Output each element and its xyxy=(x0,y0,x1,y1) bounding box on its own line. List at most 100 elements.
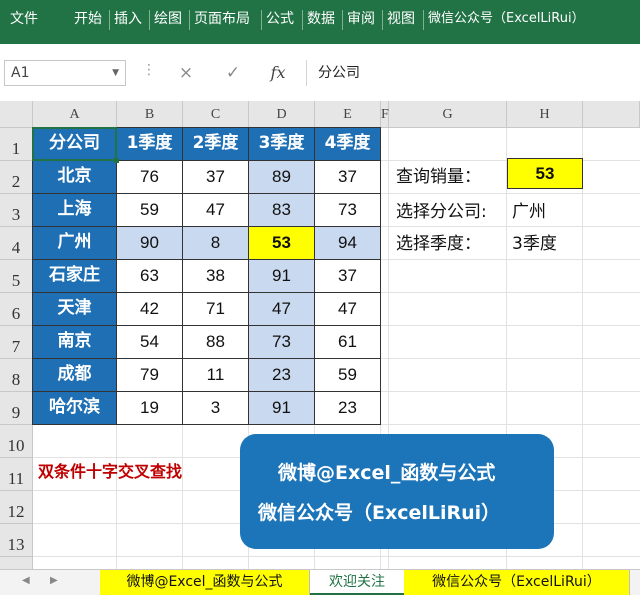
row-header[interactable]: 12 xyxy=(0,491,33,524)
column-header[interactable]: H xyxy=(507,101,583,128)
table-header-cell[interactable]: 1季度 xyxy=(116,127,183,161)
branch-select-value[interactable]: 广州 xyxy=(512,197,546,222)
table-header-cell[interactable]: 3季度 xyxy=(248,127,315,161)
table-cell[interactable]: 23 xyxy=(314,391,381,425)
table-row-label[interactable]: 上海 xyxy=(32,193,117,227)
drag-handle-icon[interactable]: ⋮ xyxy=(142,62,156,78)
row-header[interactable]: 4 xyxy=(0,227,33,260)
table-cell[interactable]: 59 xyxy=(116,193,183,227)
table-cell[interactable]: 71 xyxy=(182,292,249,326)
formula-input[interactable]: 分公司 xyxy=(318,60,360,86)
table-cell[interactable]: 47 xyxy=(182,193,249,227)
chevron-down-icon[interactable]: ▼ xyxy=(112,61,119,85)
table-cell[interactable]: 11 xyxy=(182,358,249,392)
row-header[interactable]: 2 xyxy=(0,161,33,194)
sales-query-label: 查询销量： xyxy=(396,167,481,187)
table-row-label[interactable]: 哈尔滨 xyxy=(32,391,117,425)
ribbon-separator xyxy=(261,10,262,30)
table-cell[interactable]: 42 xyxy=(116,292,183,326)
table-row-label[interactable]: 南京 xyxy=(32,325,117,359)
name-box[interactable]: A1 ▼ xyxy=(4,60,126,86)
table-cell[interactable]: 94 xyxy=(314,226,381,260)
ribbon-tab-data[interactable]: 数据 xyxy=(307,9,335,29)
table-cell[interactable]: 54 xyxy=(116,325,183,359)
row-header[interactable]: 3 xyxy=(0,194,33,227)
cancel-icon[interactable]: × xyxy=(173,60,199,86)
ribbon-tab-home[interactable]: 开始 xyxy=(74,9,102,29)
row-header[interactable]: 1 xyxy=(0,128,33,161)
row-header[interactable]: 8 xyxy=(0,359,33,392)
table-cell[interactable]: 38 xyxy=(182,259,249,293)
table-cell[interactable]: 37 xyxy=(314,160,381,194)
ribbon-tab-insert[interactable]: 插入 xyxy=(114,9,142,29)
table-cell[interactable]: 23 xyxy=(248,358,315,392)
column-header[interactable]: D xyxy=(249,101,315,128)
column-header[interactable]: C xyxy=(183,101,249,128)
column-header[interactable]: E xyxy=(315,101,381,128)
row-header[interactable]: 13 xyxy=(0,524,33,557)
column-header[interactable]: F xyxy=(381,101,389,128)
table-cell[interactable]: 37 xyxy=(182,160,249,194)
sheet-tab-weibo[interactable]: 微博@Excel_函数与公式 xyxy=(100,570,310,595)
table-cell[interactable]: 59 xyxy=(314,358,381,392)
row-header[interactable]: 7 xyxy=(0,326,33,359)
table-row-label[interactable]: 成都 xyxy=(32,358,117,392)
ribbon-tab-review[interactable]: 审阅 xyxy=(347,9,375,29)
sheet-tab-wechat[interactable]: 微信公众号（ExcelLiRui） xyxy=(404,570,630,595)
table-cell[interactable]: 37 xyxy=(314,259,381,293)
column-header[interactable]: G xyxy=(389,101,507,128)
tab-scroll-left-icon[interactable]: ◀ xyxy=(22,575,30,586)
table-cell[interactable]: 79 xyxy=(116,358,183,392)
banner-line-wechat: 微信公众号（ExcelLiRui） xyxy=(258,502,501,524)
table-cell[interactable]: 47 xyxy=(248,292,315,326)
table-header-cell[interactable]: 2季度 xyxy=(182,127,249,161)
table-cell[interactable]: 61 xyxy=(314,325,381,359)
table-cell[interactable]: 73 xyxy=(248,325,315,359)
table-header-cell[interactable]: 4季度 xyxy=(314,127,381,161)
select-all-corner[interactable] xyxy=(0,101,33,128)
ribbon-separator xyxy=(302,10,303,30)
insert-function-icon[interactable]: fx xyxy=(265,60,291,86)
table-cell[interactable]: 76 xyxy=(116,160,183,194)
row-header[interactable]: 6 xyxy=(0,293,33,326)
table-cell[interactable]: 89 xyxy=(248,160,315,194)
table-cell[interactable]: 91 xyxy=(248,259,315,293)
sales-result-cell[interactable]: 53 xyxy=(507,158,583,189)
table-cell[interactable]: 47 xyxy=(314,292,381,326)
ribbon-tab-draw[interactable]: 绘图 xyxy=(154,9,182,29)
ribbon-tab-wechat[interactable]: 微信公众号（ExcelLiRui） xyxy=(428,9,585,29)
table-cell[interactable]: 19 xyxy=(116,391,183,425)
table-row-label[interactable]: 北京 xyxy=(32,160,117,194)
fill-handle[interactable] xyxy=(114,158,119,163)
tab-scroll-right-icon[interactable]: ▶ xyxy=(50,575,58,586)
table-cell[interactable]: 90 xyxy=(116,226,183,260)
row-header[interactable]: 11 xyxy=(0,458,33,491)
formula-bar-divider xyxy=(306,60,307,86)
table-cell[interactable]: 8 xyxy=(182,226,249,260)
ribbon-tab-view[interactable]: 视图 xyxy=(387,9,415,29)
table-cell[interactable]: 63 xyxy=(116,259,183,293)
quarter-select-value[interactable]: 3季度 xyxy=(512,229,557,254)
check-icon[interactable]: ✓ xyxy=(220,60,246,86)
row-header[interactable]: 5 xyxy=(0,260,33,293)
sheet-tab-welcome[interactable]: 欢迎关注 xyxy=(310,570,404,595)
table-cell[interactable]: 3 xyxy=(182,391,249,425)
ribbon-tab-page-layout[interactable]: 页面布局 xyxy=(194,9,250,29)
table-cell[interactable]: 91 xyxy=(248,391,315,425)
ribbon-tab-formulas[interactable]: 公式 xyxy=(266,9,294,29)
table-row-label[interactable]: 石家庄 xyxy=(32,259,117,293)
ribbon-tab-file[interactable]: 文件 xyxy=(10,9,38,29)
table-row-label[interactable]: 广州 xyxy=(32,226,117,260)
column-header[interactable]: A xyxy=(33,101,117,128)
table-cell[interactable]: 83 xyxy=(248,193,315,227)
table-cell[interactable]: 88 xyxy=(182,325,249,359)
table-row-label[interactable]: 天津 xyxy=(32,292,117,326)
worksheet-grid[interactable]: ABCDEFGH 1234567891011121314 分公司1季度2季度3季… xyxy=(0,101,640,590)
table-cell[interactable]: 73 xyxy=(314,193,381,227)
table-cell[interactable]: 53 xyxy=(248,226,315,260)
row-header[interactable]: 10 xyxy=(0,425,33,458)
ribbon-separator xyxy=(382,10,383,30)
column-header[interactable]: B xyxy=(117,101,183,128)
row-header[interactable]: 9 xyxy=(0,392,33,425)
banner-line-weibo: 微博@Excel_函数与公式 xyxy=(278,462,496,484)
